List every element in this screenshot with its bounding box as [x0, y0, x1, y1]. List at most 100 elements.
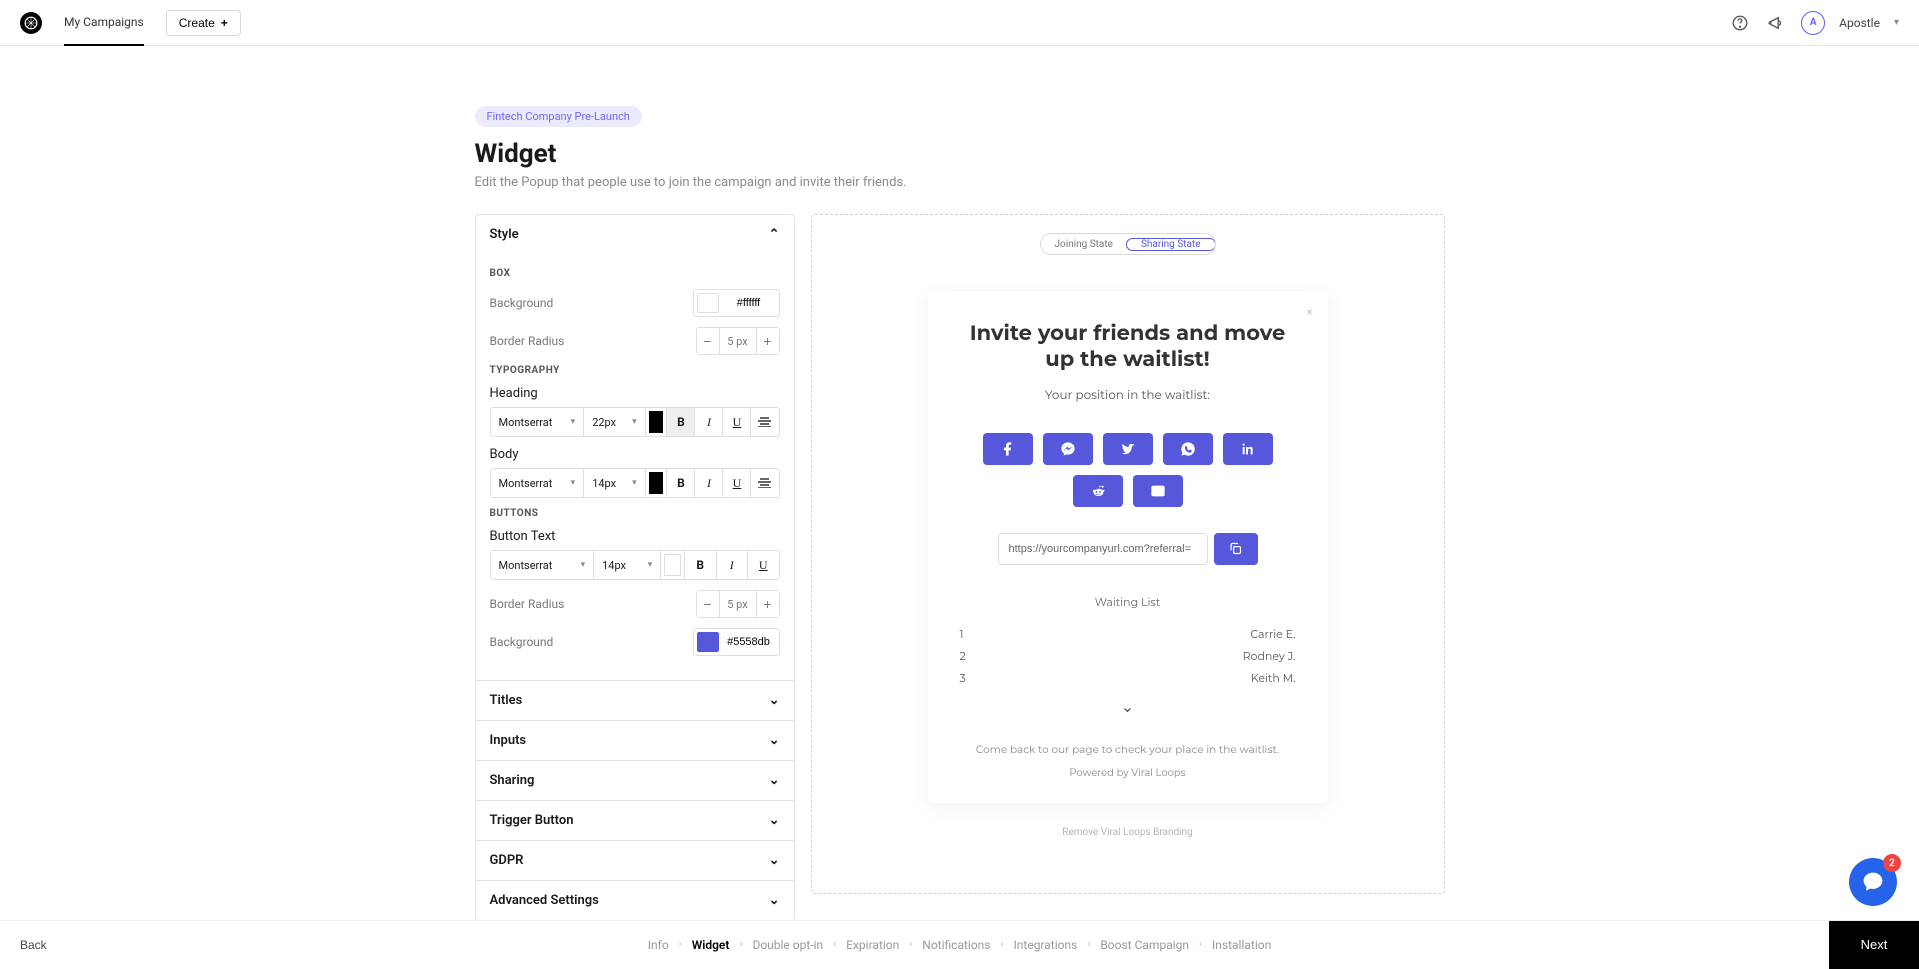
remove-branding-link[interactable]: Remove Viral Loops Branding: [824, 827, 1432, 838]
body-bold-button[interactable]: B: [667, 468, 695, 498]
chat-launcher[interactable]: 2: [1849, 858, 1897, 906]
section-titles-header[interactable]: Titles⌄: [476, 681, 794, 720]
button-italic-button[interactable]: I: [717, 550, 749, 580]
heading-label: Heading: [490, 386, 780, 401]
body-size-select[interactable]: 14px▾: [584, 468, 645, 498]
chevron-down-icon: ▾: [571, 478, 576, 488]
chevron-down-icon: ⌄: [769, 813, 780, 828]
crumb-widget[interactable]: Widget: [692, 938, 730, 952]
section-sharing-header[interactable]: Sharing⌄: [476, 761, 794, 800]
button-bg-value[interactable]: [719, 636, 779, 648]
section-inputs-header[interactable]: Inputs⌄: [476, 721, 794, 760]
box-radius-value: 5 px: [720, 335, 756, 348]
chevron-down-icon: ▾: [648, 560, 653, 570]
color-swatch-icon[interactable]: [697, 632, 719, 652]
heading-bold-button[interactable]: B: [667, 407, 695, 437]
widget-card: × Invite your friends and move up the wa…: [928, 291, 1328, 803]
button-radius-stepper[interactable]: − 5 px +: [696, 590, 780, 618]
button-size-select[interactable]: 14px▾: [594, 550, 661, 580]
expand-list-icon[interactable]: ⌄: [958, 697, 1298, 717]
waiting-list: 1Carrie E.2Rodney J.3Keith M.: [958, 623, 1298, 689]
section-trigger-button-header[interactable]: Trigger Button⌄: [476, 801, 794, 840]
box-background-value[interactable]: [719, 297, 779, 309]
chevron-down-icon: ⌄: [769, 773, 780, 788]
stepper-plus-button[interactable]: +: [757, 591, 779, 617]
copy-button[interactable]: [1214, 533, 1258, 565]
chevron-down-icon: ▾: [571, 417, 576, 427]
chevron-down-icon: ▾: [632, 417, 637, 427]
app-header: My Campaigns Create + A Apostle ▾: [0, 0, 1919, 46]
section-style: Style ⌃ BOX Background: [476, 215, 794, 681]
body-label: Body: [490, 447, 780, 462]
powered-by[interactable]: Powered by Viral Loops: [958, 766, 1298, 779]
crumb-expiration[interactable]: Expiration: [846, 938, 899, 952]
joining-state-tab[interactable]: Joining State: [1041, 239, 1127, 250]
stepper-plus-button[interactable]: +: [757, 328, 779, 354]
button-bold-button[interactable]: B: [685, 550, 717, 580]
twitter-share-button[interactable]: [1103, 433, 1153, 465]
crumb-boost-campaign[interactable]: Boost Campaign: [1100, 938, 1189, 952]
body-font-select[interactable]: Montserrat▾: [490, 468, 585, 498]
button-text-label: Button Text: [490, 529, 780, 544]
sharing-state-tab[interactable]: Sharing State: [1126, 238, 1216, 251]
crumb-installation[interactable]: Installation: [1212, 938, 1271, 952]
notification-badge: 2: [1883, 854, 1901, 872]
heading-size-select[interactable]: 22px▾: [584, 407, 645, 437]
button-radius-value: 5 px: [720, 598, 756, 611]
box-background-input[interactable]: [693, 289, 780, 317]
wl-rank: 2: [960, 649, 966, 663]
chevron-right-icon: ›: [679, 939, 682, 950]
referral-url-input[interactable]: [998, 533, 1208, 565]
page-title: Widget: [475, 139, 1445, 169]
plus-icon: +: [221, 16, 228, 30]
chevron-right-icon: ›: [1199, 939, 1202, 950]
section-style-header[interactable]: Style ⌃: [476, 215, 794, 254]
chevron-down-icon[interactable]: ▾: [1894, 17, 1899, 28]
heading-italic-button[interactable]: I: [695, 407, 723, 437]
linkedin-share-button[interactable]: [1223, 433, 1273, 465]
crumb-notifications[interactable]: Notifications: [922, 938, 990, 952]
widget-footer-text: Come back to our page to check your plac…: [958, 743, 1298, 756]
body-underline-button[interactable]: U: [723, 468, 751, 498]
wl-name: Keith M.: [1251, 671, 1296, 685]
button-typography-row: Montserrat▾ 14px▾ B I U: [490, 550, 780, 580]
next-button[interactable]: Next: [1829, 921, 1919, 969]
body-color-swatch[interactable]: [646, 468, 668, 498]
crumb-double-opt-in[interactable]: Double opt-in: [752, 938, 823, 952]
heading-underline-button[interactable]: U: [723, 407, 751, 437]
stepper-minus-button[interactable]: −: [697, 591, 719, 617]
background-label: Background: [490, 296, 554, 310]
button-bg-input[interactable]: [693, 628, 780, 656]
crumb-info[interactable]: Info: [648, 938, 669, 952]
email-share-button[interactable]: [1133, 475, 1183, 507]
close-icon[interactable]: ×: [1305, 303, 1313, 321]
section-advanced-label: Advanced Settings: [490, 893, 599, 908]
button-color-swatch[interactable]: [661, 550, 685, 580]
back-button[interactable]: Back: [20, 938, 47, 952]
button-font-select[interactable]: Montserrat▾: [490, 550, 595, 580]
heading-color-swatch[interactable]: [646, 407, 668, 437]
color-swatch-icon[interactable]: [697, 293, 719, 313]
announcements-icon[interactable]: [1765, 12, 1787, 34]
button-underline-button[interactable]: U: [748, 550, 780, 580]
box-radius-stepper[interactable]: − 5 px +: [696, 327, 780, 355]
heading-font-select[interactable]: Montserrat▾: [490, 407, 585, 437]
create-button[interactable]: Create +: [166, 10, 241, 36]
reddit-share-button[interactable]: [1073, 475, 1123, 507]
heading-align-button[interactable]: [751, 407, 779, 437]
section-advanced-header[interactable]: Advanced Settings⌄: [476, 881, 794, 920]
stepper-minus-button[interactable]: −: [697, 328, 719, 354]
user-avatar[interactable]: A: [1801, 11, 1825, 35]
crumb-integrations[interactable]: Integrations: [1014, 938, 1078, 952]
section-gdpr-header[interactable]: GDPR⌄: [476, 841, 794, 880]
messenger-share-button[interactable]: [1043, 433, 1093, 465]
facebook-share-button[interactable]: [983, 433, 1033, 465]
nav-my-campaigns[interactable]: My Campaigns: [64, 15, 144, 46]
app-logo[interactable]: [20, 12, 42, 34]
waiting-list-row: 1Carrie E.: [958, 623, 1298, 645]
body-align-button[interactable]: [751, 468, 779, 498]
help-icon[interactable]: [1729, 12, 1751, 34]
body-italic-button[interactable]: I: [695, 468, 723, 498]
buttons-subhead: BUTTONS: [490, 508, 780, 519]
whatsapp-share-button[interactable]: [1163, 433, 1213, 465]
